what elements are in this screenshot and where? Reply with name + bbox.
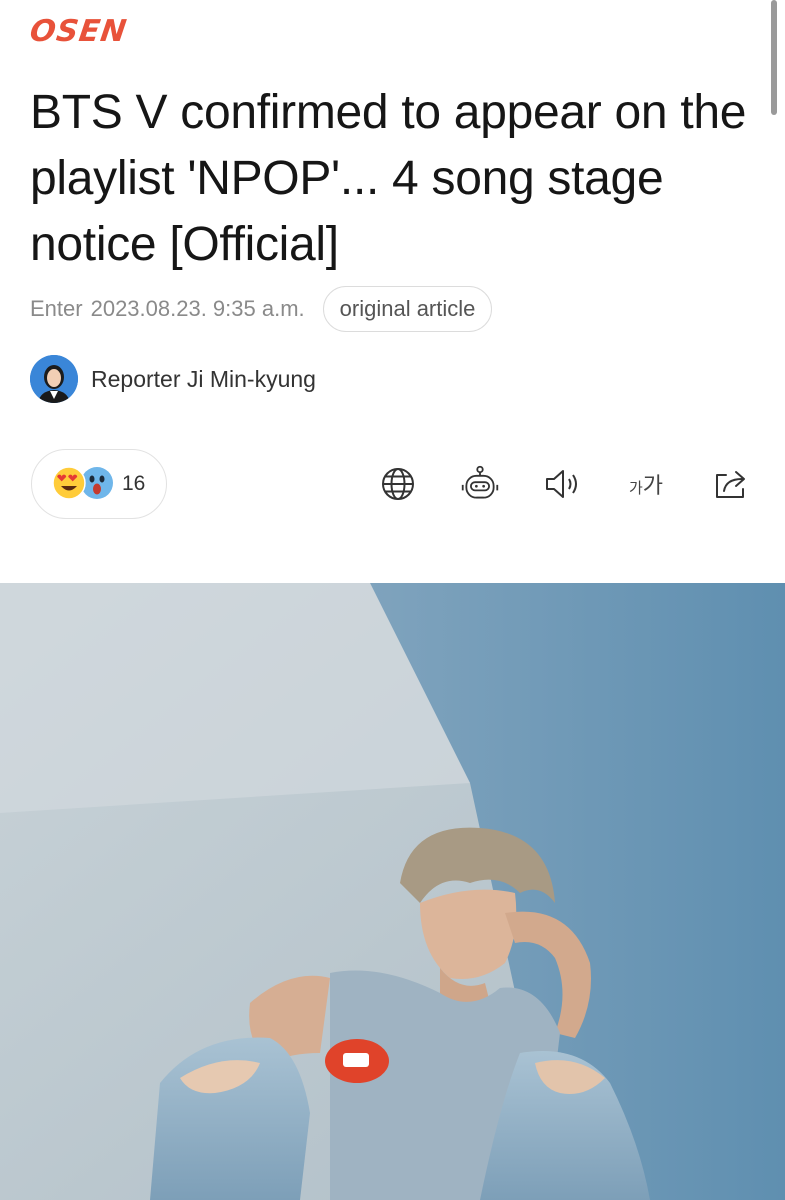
reaction-button[interactable]: 16 bbox=[31, 449, 167, 519]
translate-button[interactable] bbox=[378, 462, 418, 506]
font-size-button[interactable]: 가가 bbox=[624, 462, 668, 506]
share-button[interactable] bbox=[711, 462, 751, 506]
original-article-button[interactable]: original article bbox=[322, 286, 493, 332]
article-meta: Enter 2023.08.23. 9:35 a.m. original art… bbox=[30, 286, 493, 332]
reaction-emojis bbox=[52, 466, 116, 502]
robot-summary-icon bbox=[461, 465, 499, 499]
speaker-icon bbox=[546, 470, 577, 498]
article-date: 2023.08.23. 9:35 a.m. bbox=[90, 296, 305, 321]
article-headline: BTS V confirmed to appear on the playlis… bbox=[30, 86, 747, 271]
reaction-count: 16 bbox=[122, 472, 146, 495]
heart-eyes-emoji-icon bbox=[52, 466, 86, 500]
enter-label: Enter bbox=[30, 296, 83, 321]
avatar bbox=[30, 355, 78, 403]
reporter-name: Reporter Ji Min-kyung bbox=[91, 365, 316, 392]
share-icon bbox=[716, 471, 745, 498]
globe-icon bbox=[382, 468, 414, 500]
scroll-indicator[interactable] bbox=[771, 0, 777, 115]
article-page: OSEN BTS V confirmed to appear on the pl… bbox=[0, 0, 785, 1200]
osen-logo[interactable]: OSEN bbox=[28, 14, 130, 49]
listen-button[interactable] bbox=[543, 462, 583, 506]
hero-image bbox=[0, 583, 785, 1200]
summary-bot-button[interactable] bbox=[460, 462, 500, 506]
reporter-info[interactable]: Reporter Ji Min-kyung bbox=[30, 354, 316, 404]
font-size-small-label: 가 bbox=[628, 479, 643, 497]
font-size-large-label: 가 bbox=[642, 474, 664, 499]
font-size-icon: 가가 bbox=[629, 468, 663, 500]
reporter-photo-icon bbox=[30, 355, 78, 403]
hero-photo[interactable] bbox=[0, 583, 785, 1200]
